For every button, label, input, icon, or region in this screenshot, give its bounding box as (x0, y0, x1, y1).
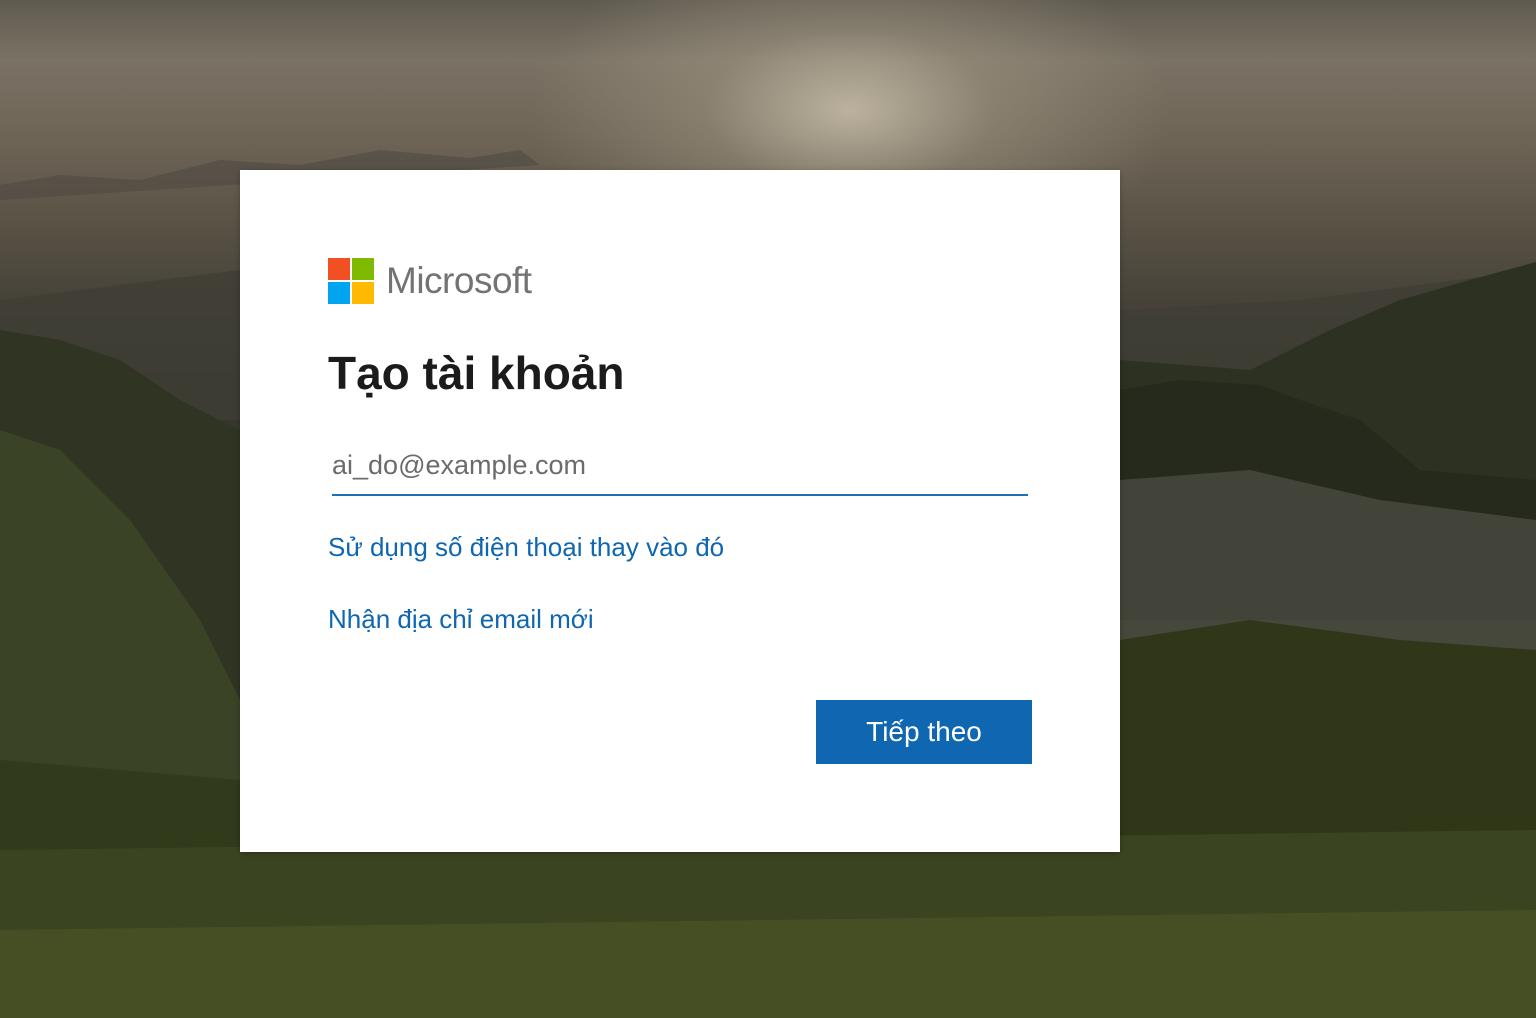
microsoft-logo-icon (328, 258, 374, 304)
next-button[interactable]: Tiếp theo (816, 700, 1032, 764)
logo-square-red (328, 258, 350, 280)
logo-square-yellow (352, 282, 374, 304)
microsoft-logo: Microsoft (328, 258, 532, 304)
email-field[interactable] (332, 436, 1028, 496)
get-new-email-link[interactable]: Nhận địa chỉ email mới (328, 604, 594, 635)
use-phone-number-link[interactable]: Sử dụng số điện thoại thay vào đó (328, 532, 724, 563)
create-account-dialog: Microsoft Tạo tài khoản Sử dụng số điện … (240, 170, 1120, 852)
logo-square-blue (328, 282, 350, 304)
logo-square-green (352, 258, 374, 280)
microsoft-logo-text: Microsoft (386, 260, 532, 301)
page-title: Tạo tài khoản (328, 347, 625, 399)
